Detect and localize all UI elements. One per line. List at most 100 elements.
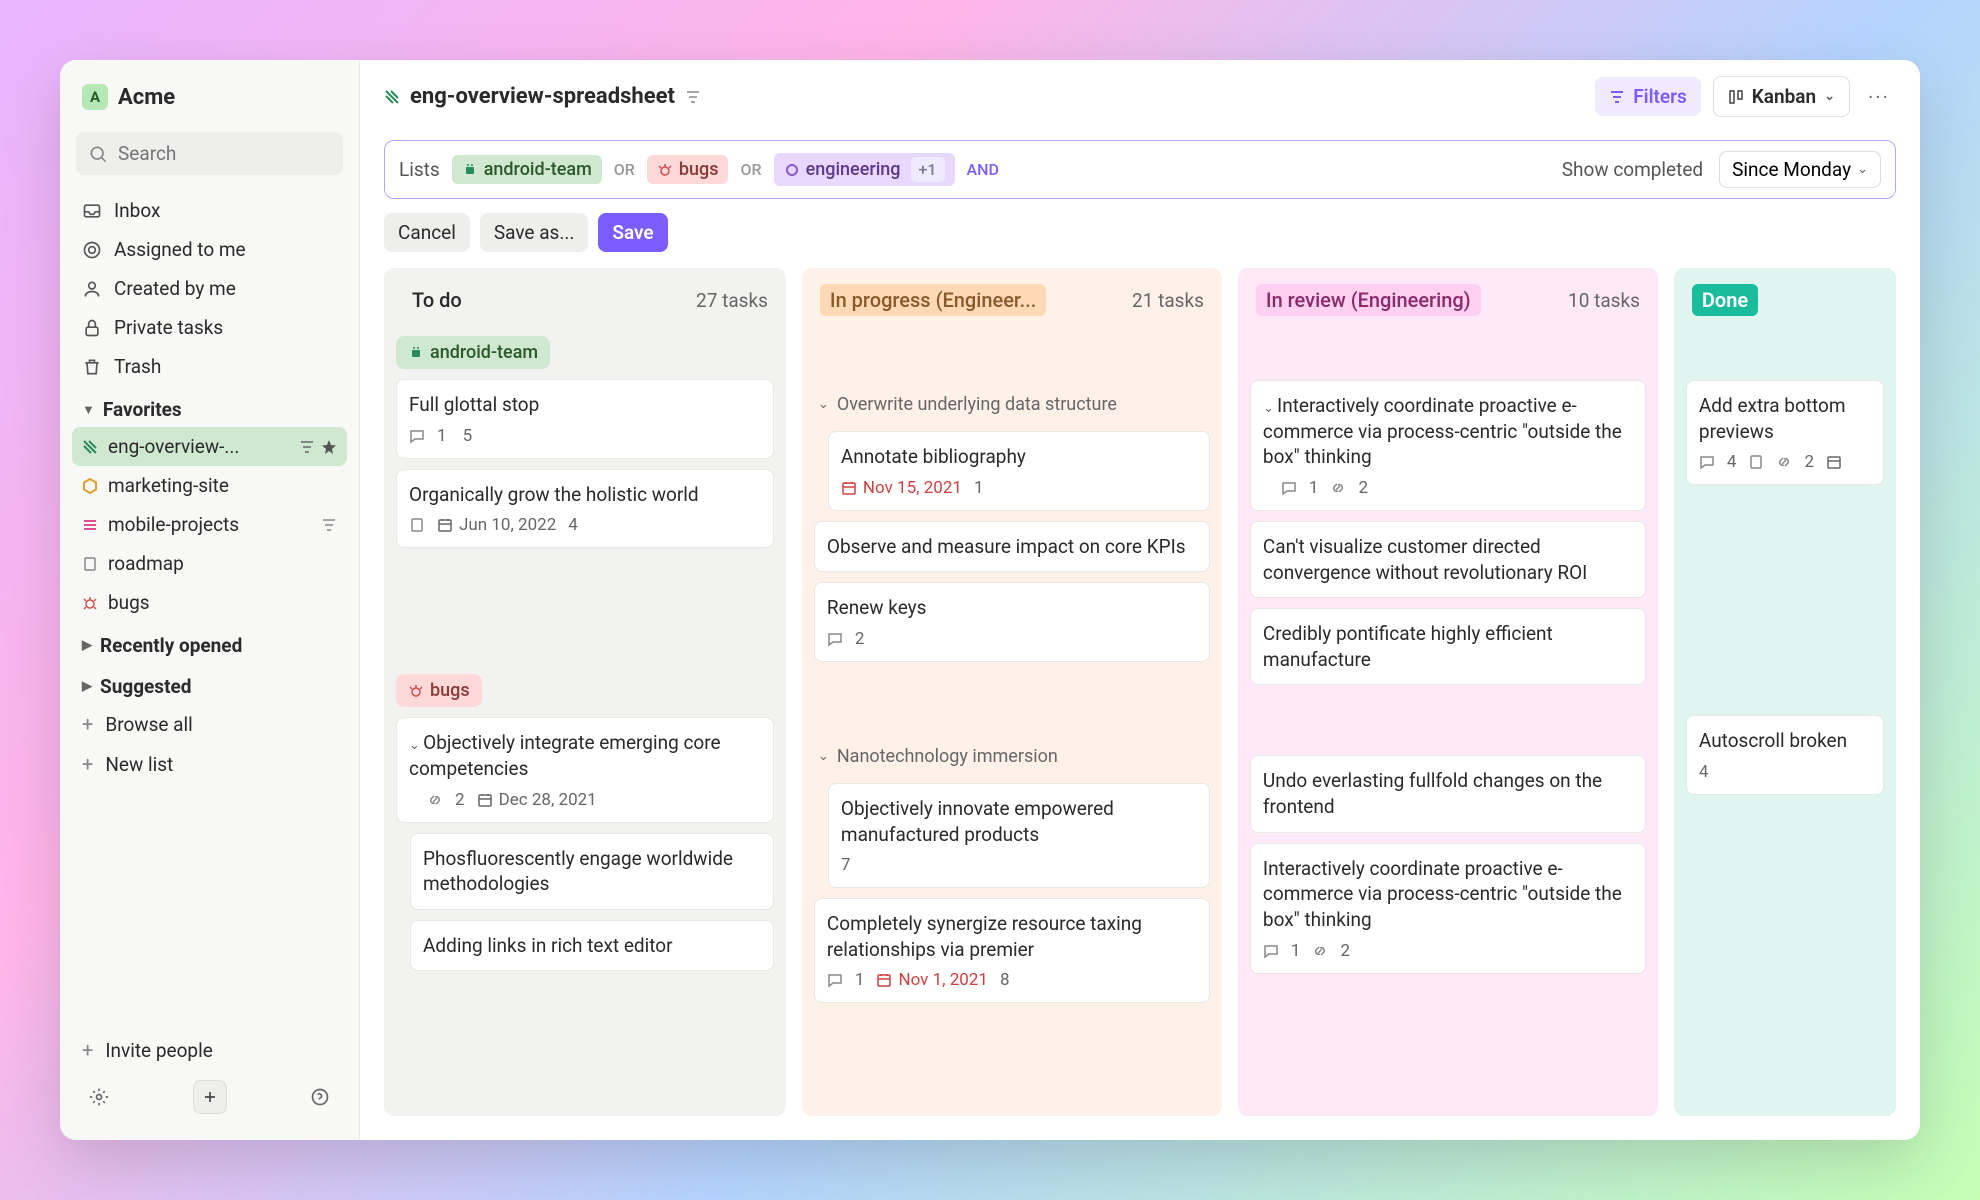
plus-icon: + <box>82 752 93 776</box>
cancel-button[interactable]: Cancel <box>384 213 470 252</box>
card[interactable]: Autoscroll broken4 <box>1686 715 1884 795</box>
card[interactable]: Can't visualize customer directed conver… <box>1250 521 1646 598</box>
card[interactable]: Interactively coordinate proactive e-com… <box>1250 843 1646 974</box>
saveas-button[interactable]: Save as... <box>480 213 589 252</box>
group-bugs[interactable]: bugs <box>396 674 482 707</box>
android-icon <box>462 162 478 178</box>
card[interactable]: Objectively innovate empowered manufactu… <box>828 783 1210 888</box>
link-icon <box>427 792 443 808</box>
trash-icon <box>82 357 102 377</box>
main-content: eng-overview-spreadsheet Filters Kanban⌄… <box>360 60 1920 1140</box>
settings-button[interactable] <box>82 1080 116 1114</box>
card[interactable]: Observe and measure impact on core KPIs <box>814 521 1210 573</box>
card[interactable]: Adding links in rich text editor <box>410 920 774 972</box>
card[interactable]: Add extra bottom previews42 <box>1686 380 1884 485</box>
document-title[interactable]: eng-overview-spreadsheet <box>384 84 701 109</box>
column-title: In progress (Engineer... <box>820 284 1046 316</box>
group-android[interactable]: android-team <box>396 336 550 369</box>
show-completed[interactable]: Show completed <box>1562 158 1703 181</box>
nav-private[interactable]: Private tasks <box>72 308 347 347</box>
help-button[interactable] <box>303 1080 337 1114</box>
new-button[interactable] <box>193 1080 227 1114</box>
op-or: OR <box>740 160 761 179</box>
fav-eng-overview[interactable]: eng-overview-... <box>72 427 347 466</box>
column-count: 27 tasks <box>696 289 768 312</box>
filter-bar: Lists android-team OR bugs OR engineerin… <box>384 140 1896 199</box>
card[interactable]: Full glottal stop15 <box>396 379 774 459</box>
chevron-down-icon[interactable]: ⌄ <box>1263 401 1277 416</box>
column-done: Done Add extra bottom previews42 Autoscr… <box>1674 268 1896 1116</box>
help-icon <box>310 1087 330 1107</box>
card[interactable]: Organically grow the holistic worldJun 1… <box>396 469 774 549</box>
section-favorites[interactable]: ▼Favorites <box>72 386 347 427</box>
filter-tag-android[interactable]: android-team <box>452 155 602 184</box>
group-title[interactable]: ⌄Overwrite underlying data structure <box>814 388 1210 421</box>
op-and[interactable]: AND <box>967 160 999 179</box>
filter-tag-bugs[interactable]: bugs <box>647 155 729 184</box>
column-title: In review (Engineering) <box>1256 284 1481 316</box>
search-input[interactable] <box>76 132 343 175</box>
doc-icon <box>1748 454 1764 470</box>
sidebar: A Acme Inbox Assigned to me Created by m… <box>60 60 360 1140</box>
layers-icon <box>82 517 98 533</box>
column-title: Done <box>1692 284 1758 316</box>
comment-icon <box>827 972 843 988</box>
kanban-icon <box>1728 89 1744 105</box>
filter-icon[interactable] <box>685 89 701 105</box>
card[interactable]: Credibly pontificate highly efficient ma… <box>1250 608 1646 685</box>
filter-tag-engineering[interactable]: engineering+1 <box>774 153 955 186</box>
more-button[interactable]: ··· <box>1862 80 1896 114</box>
filter-actions: Cancel Save as... Save <box>360 205 1920 268</box>
card[interactable]: Renew keys2 <box>814 582 1210 662</box>
extra-count: +1 <box>911 157 945 182</box>
card[interactable]: Undo everlasting fullfold changes on the… <box>1250 755 1646 832</box>
nav-created[interactable]: Created by me <box>72 269 347 308</box>
link-icon <box>1312 943 1328 959</box>
plus-icon: + <box>82 712 93 736</box>
filter-icon[interactable] <box>299 439 315 455</box>
link-icon <box>1330 480 1346 496</box>
section-suggested[interactable]: ▶Suggested <box>72 663 347 704</box>
card[interactable]: ⌄ Objectively integrate emerging core co… <box>396 717 774 822</box>
comment-icon <box>409 428 425 444</box>
card[interactable]: Completely synergize resource taxing rel… <box>814 898 1210 1003</box>
workspace-switcher[interactable]: A Acme <box>72 76 347 118</box>
fav-bugs[interactable]: bugs <box>72 583 347 622</box>
filter-icon <box>1609 89 1625 105</box>
nav-trash[interactable]: Trash <box>72 347 347 386</box>
since-dropdown[interactable]: Since Monday⌄ <box>1719 151 1881 188</box>
fav-marketing[interactable]: marketing-site <box>72 466 347 505</box>
filters-button[interactable]: Filters <box>1595 77 1701 116</box>
nav-inbox[interactable]: Inbox <box>72 191 347 230</box>
view-switcher[interactable]: Kanban⌄ <box>1713 76 1850 117</box>
gear-icon <box>89 1087 109 1107</box>
chevron-down-icon[interactable]: ⌄ <box>409 738 423 753</box>
fav-mobile[interactable]: mobile-projects <box>72 505 347 544</box>
person-icon <box>82 279 102 299</box>
inbox-icon <box>82 201 102 221</box>
fav-roadmap[interactable]: roadmap <box>72 544 347 583</box>
section-recent[interactable]: ▶Recently opened <box>72 622 347 663</box>
save-button[interactable]: Save <box>598 213 667 252</box>
calendar-icon <box>437 517 453 533</box>
bug-icon <box>408 683 424 699</box>
browse-all[interactable]: +Browse all <box>72 704 347 744</box>
card[interactable]: ⌄ Interactively coordinate proactive e-c… <box>1250 380 1646 511</box>
calendar-icon <box>1826 454 1842 470</box>
ellipsis-icon: ··· <box>1868 85 1890 109</box>
target-icon <box>82 240 102 260</box>
calendar-icon <box>876 972 892 988</box>
nav-assigned[interactable]: Assigned to me <box>72 230 347 269</box>
star-icon[interactable] <box>321 439 337 455</box>
group-title[interactable]: ⌄Nanotechnology immersion <box>814 740 1210 773</box>
search-field[interactable] <box>118 142 331 165</box>
new-list[interactable]: +New list <box>72 744 347 784</box>
invite-people[interactable]: +Invite people <box>72 1030 347 1070</box>
comment-icon <box>1263 943 1279 959</box>
card[interactable]: Annotate bibliographyNov 15, 20211 <box>828 431 1210 511</box>
plus-square-icon <box>200 1087 220 1107</box>
chevron-down-icon: ▼ <box>82 402 95 418</box>
column-todo: To do27 tasks android-team Full glottal … <box>384 268 786 1116</box>
column-count: 10 tasks <box>1568 289 1640 312</box>
card[interactable]: Phosfluorescently engage worldwide metho… <box>410 833 774 910</box>
